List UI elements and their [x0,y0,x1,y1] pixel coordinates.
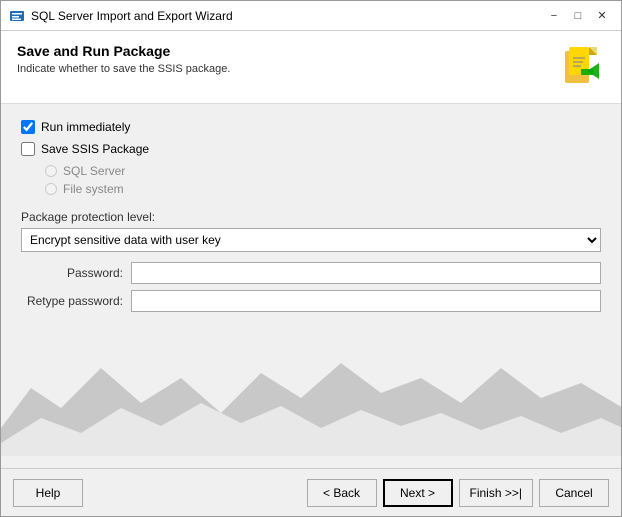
protection-level-group: Package protection level: Encrypt sensit… [21,210,601,252]
main-window: SQL Server Import and Export Wizard − □ … [0,0,622,517]
password-input[interactable] [131,262,601,284]
window-title: SQL Server Import and Export Wizard [31,9,543,23]
footer-left: Help [13,479,83,507]
page-subtitle: Indicate whether to save the SSIS packag… [17,63,230,75]
finish-button[interactable]: Finish >>| [459,479,533,507]
save-ssis-row: Save SSIS Package [21,142,601,156]
sql-server-radio-row: SQL Server [45,164,601,178]
password-label: Password: [21,266,131,280]
cancel-button[interactable]: Cancel [539,479,609,507]
maximize-button[interactable]: □ [567,6,589,26]
run-immediately-label[interactable]: Run immediately [21,120,130,134]
ssis-icon [557,43,605,91]
back-button[interactable]: < Back [307,479,377,507]
protection-level-select[interactable]: Encrypt sensitive data with user key [21,228,601,252]
footer: Help < Back Next > Finish >>| Cancel [1,468,621,516]
content-area: Run immediately Save SSIS Package SQL Se… [1,104,621,468]
title-bar: SQL Server Import and Export Wizard − □ … [1,1,621,31]
header-text-group: Save and Run Package Indicate whether to… [17,43,230,75]
close-button[interactable]: ✕ [591,6,613,26]
window-controls: − □ ✕ [543,6,613,26]
password-row: Password: [21,262,601,284]
page-title: Save and Run Package [17,43,230,59]
next-button[interactable]: Next > [383,479,453,507]
minimize-button[interactable]: − [543,6,565,26]
save-ssis-label[interactable]: Save SSIS Package [21,142,149,156]
run-immediately-row: Run immediately [21,120,601,134]
app-icon [9,8,25,24]
retype-password-input[interactable] [131,290,601,312]
protection-level-label: Package protection level: [21,210,601,224]
landscape-decoration [1,348,621,468]
retype-password-row: Retype password: [21,290,601,312]
footer-right: < Back Next > Finish >>| Cancel [307,479,609,507]
help-button[interactable]: Help [13,479,83,507]
run-immediately-checkbox[interactable] [21,120,35,134]
sql-server-radio[interactable] [45,165,57,177]
retype-password-label: Retype password: [21,294,131,308]
file-system-radio[interactable] [45,183,57,195]
save-ssis-checkbox[interactable] [21,142,35,156]
file-system-radio-row: File system [45,182,601,196]
page-header: Save and Run Package Indicate whether to… [1,31,621,104]
